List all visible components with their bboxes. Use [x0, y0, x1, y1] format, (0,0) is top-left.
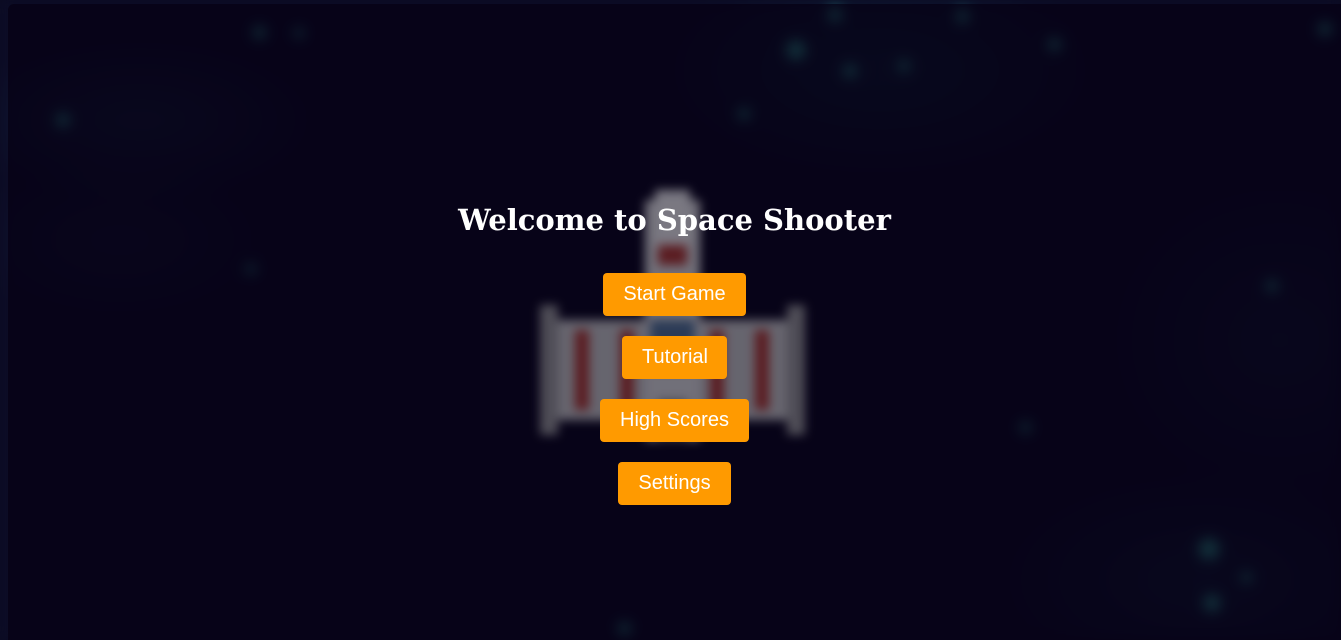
high-scores-button[interactable]: High Scores — [600, 399, 749, 442]
tutorial-button[interactable]: Tutorial — [622, 336, 727, 379]
main-menu: Welcome to Space Shooter Start Game Tuto… — [0, 0, 1341, 640]
game-viewport: Welcome to Space Shooter Start Game Tuto… — [0, 0, 1341, 640]
start-game-button[interactable]: Start Game — [603, 273, 746, 316]
settings-button[interactable]: Settings — [618, 462, 731, 505]
page-title: Welcome to Space Shooter — [458, 203, 891, 237]
